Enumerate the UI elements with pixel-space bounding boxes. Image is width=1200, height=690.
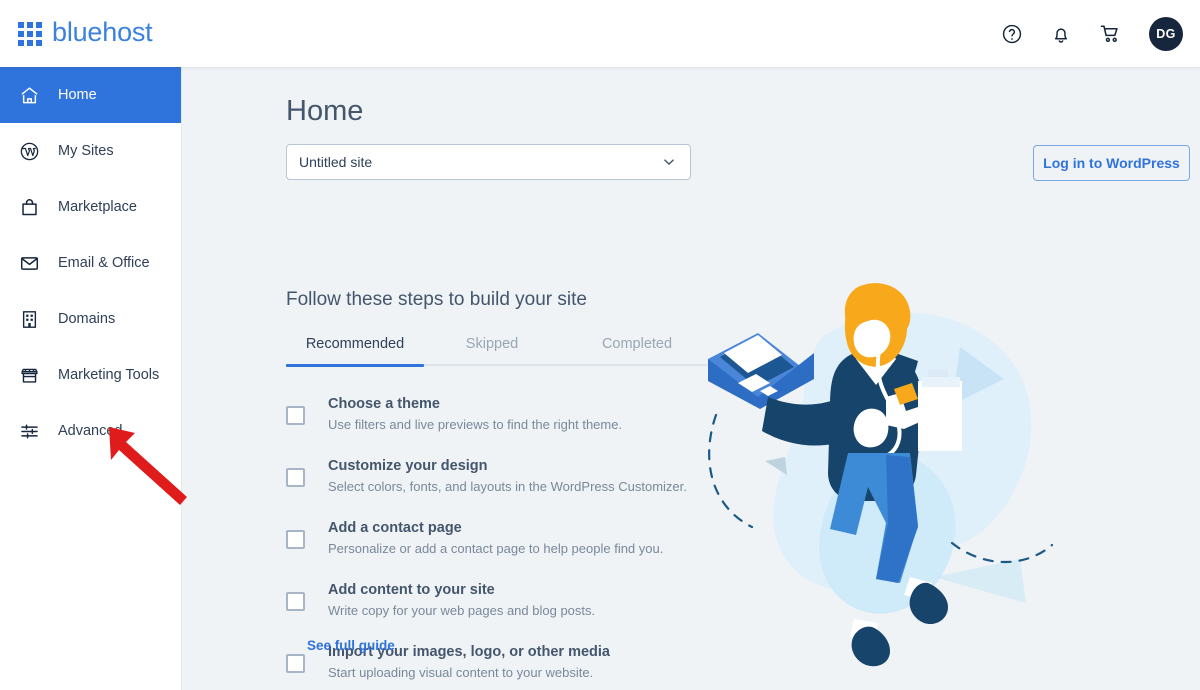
brand-logo[interactable]: bluehost bbox=[18, 16, 153, 49]
checklist-item-desc: Use filters and live previews to find th… bbox=[328, 417, 623, 432]
checklist-item-desc: Write copy for your web pages and blog p… bbox=[328, 603, 596, 618]
see-full-guide-link[interactable]: See full guide bbox=[307, 638, 395, 653]
grid-apps-icon[interactable] bbox=[18, 21, 42, 46]
sidebar-item-label: Domains bbox=[58, 311, 116, 327]
avatar[interactable]: DG bbox=[1149, 16, 1183, 51]
sidebar-item-email-office[interactable]: Email & Office bbox=[0, 235, 181, 291]
log-in-to-wordpress-button[interactable]: Log in to WordPress bbox=[1033, 145, 1190, 181]
sidebar-item-label: Home bbox=[58, 87, 97, 103]
top-header: bluehost DG bbox=[0, 0, 1200, 67]
sidebar-item-advanced[interactable]: Advanced bbox=[0, 403, 181, 459]
checklist-item[interactable]: Customize your design Select colors, fon… bbox=[286, 445, 716, 507]
building-icon bbox=[18, 308, 40, 330]
home-icon bbox=[18, 84, 40, 106]
page-title: Home bbox=[286, 95, 364, 127]
sidebar-item-my-sites[interactable]: My Sites bbox=[0, 123, 181, 179]
steps-heading: Follow these steps to build your site bbox=[286, 289, 587, 310]
sidebar-item-domains[interactable]: Domains bbox=[0, 291, 181, 347]
sidebar-item-label: Marketing Tools bbox=[58, 367, 160, 383]
envelope-icon bbox=[18, 252, 40, 274]
brand-name: bluehost bbox=[52, 16, 153, 47]
main-content: Home Untitled site Log in to WordPress F… bbox=[182, 67, 1200, 690]
notifications-icon[interactable] bbox=[1050, 23, 1072, 45]
checklist-tabs: Recommended Skipped Completed bbox=[286, 325, 714, 366]
sidebar-item-home[interactable]: Home bbox=[0, 67, 181, 123]
checklist-item-desc: Select colors, fonts, and layouts in the… bbox=[328, 479, 687, 494]
checklist-item[interactable]: Add a contact page Personalize or add a … bbox=[286, 507, 716, 569]
checklist-item[interactable]: Choose a theme Use filters and live prev… bbox=[286, 383, 716, 445]
storefront-icon bbox=[18, 364, 40, 386]
sidebar-item-label: My Sites bbox=[58, 143, 114, 159]
checklist-item-desc: Start uploading visual content to your w… bbox=[328, 665, 594, 680]
site-selector-value: Untitled site bbox=[299, 154, 373, 170]
person-with-laptop-illustration bbox=[672, 277, 1072, 677]
checklist-item-title: Add a contact page bbox=[328, 520, 462, 536]
wordpress-icon bbox=[18, 140, 40, 162]
sliders-icon bbox=[18, 420, 40, 442]
checklist-item-title: Choose a theme bbox=[328, 396, 440, 412]
sidebar-item-label: Advanced bbox=[58, 423, 123, 439]
checklist-item[interactable]: Add content to your site Write copy for … bbox=[286, 569, 716, 631]
checkbox[interactable] bbox=[286, 406, 305, 425]
checkbox[interactable] bbox=[286, 530, 305, 549]
sidebar: Home My Sites Marketplace Email & Office bbox=[0, 67, 182, 690]
tab-recommended[interactable]: Recommended bbox=[286, 325, 424, 364]
checklist-item-desc: Personalize or add a contact page to hel… bbox=[328, 541, 664, 556]
cart-icon[interactable] bbox=[1099, 22, 1122, 45]
tab-skipped[interactable]: Skipped bbox=[424, 325, 560, 364]
checkbox[interactable] bbox=[286, 654, 305, 673]
sidebar-item-marketplace[interactable]: Marketplace bbox=[0, 179, 181, 235]
header-actions: DG bbox=[1001, 16, 1183, 51]
checkbox[interactable] bbox=[286, 592, 305, 611]
shopping-bag-icon bbox=[18, 196, 40, 218]
chevron-down-icon bbox=[660, 153, 678, 171]
sidebar-item-label: Email & Office bbox=[58, 255, 150, 271]
site-selector[interactable]: Untitled site bbox=[286, 144, 691, 180]
checkbox[interactable] bbox=[286, 468, 305, 487]
checklist-item-title: Customize your design bbox=[328, 458, 488, 474]
active-tab-indicator bbox=[286, 364, 424, 367]
checklist-item-title: Add content to your site bbox=[328, 582, 495, 598]
sidebar-item-label: Marketplace bbox=[58, 199, 137, 215]
sidebar-item-marketing-tools[interactable]: Marketing Tools bbox=[0, 347, 181, 403]
help-icon[interactable] bbox=[1001, 23, 1023, 45]
